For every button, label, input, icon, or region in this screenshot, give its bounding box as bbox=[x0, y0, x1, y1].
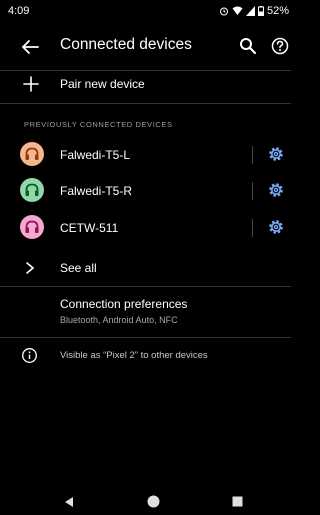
headphones-icon bbox=[25, 220, 39, 233]
nav-home-icon[interactable] bbox=[147, 495, 160, 508]
see-all-row[interactable]: See all bbox=[0, 254, 291, 282]
headphones-icon bbox=[25, 147, 39, 160]
device-row[interactable]: Falwedi-T5-L bbox=[0, 137, 291, 173]
search-icon[interactable] bbox=[238, 36, 258, 56]
connection-preferences-subtitle: Bluetooth, Android Auto, NFC bbox=[60, 315, 178, 325]
connection-preferences-row[interactable]: Connection preferences Bluetooth, Androi… bbox=[0, 293, 291, 333]
headphones-avatar bbox=[20, 142, 44, 166]
battery-icon bbox=[257, 6, 264, 16]
app-bar: Connected devices bbox=[0, 24, 291, 70]
headphones-icon bbox=[25, 183, 39, 196]
headphones-avatar bbox=[20, 215, 44, 239]
chevron-right-icon bbox=[26, 262, 35, 274]
navigation-bar bbox=[0, 490, 291, 515]
status-time: 4:09 bbox=[8, 5, 30, 17]
pair-new-device-label: Pair new device bbox=[60, 77, 145, 91]
plus-icon bbox=[23, 76, 39, 92]
vertical-divider bbox=[252, 146, 253, 164]
page-title: Connected devices bbox=[60, 36, 192, 53]
device-row[interactable]: Falwedi-T5-R bbox=[0, 173, 291, 209]
device-name: Falwedi-T5-R bbox=[60, 184, 133, 198]
connection-preferences-title: Connection preferences bbox=[60, 297, 188, 311]
signal-icon bbox=[245, 6, 255, 16]
status-icons: 52% bbox=[219, 5, 289, 17]
status-bar: 4:09 52% bbox=[0, 0, 291, 24]
divider bbox=[0, 103, 291, 104]
gear-icon[interactable] bbox=[267, 145, 285, 163]
alarm-icon bbox=[219, 7, 228, 16]
info-icon bbox=[22, 348, 37, 363]
battery-percent: 52% bbox=[266, 5, 289, 17]
wifi-icon bbox=[232, 6, 243, 15]
gear-icon[interactable] bbox=[267, 218, 285, 236]
pair-new-device-row[interactable]: Pair new device bbox=[0, 70, 291, 100]
help-icon[interactable] bbox=[270, 36, 290, 56]
vertical-divider bbox=[252, 182, 253, 200]
vertical-divider bbox=[252, 219, 253, 237]
visibility-info-row: Visible as “Pixel 2” to other devices bbox=[0, 343, 291, 369]
nav-back-icon[interactable] bbox=[63, 496, 75, 508]
see-all-label: See all bbox=[60, 261, 97, 275]
divider bbox=[0, 337, 291, 338]
device-name: Falwedi-T5-L bbox=[60, 148, 131, 162]
visibility-info-text: Visible as “Pixel 2” to other devices bbox=[60, 350, 208, 361]
device-row[interactable]: CETW-511 bbox=[0, 210, 291, 246]
gear-icon[interactable] bbox=[267, 181, 285, 199]
arrow-back-icon[interactable] bbox=[18, 35, 42, 59]
divider bbox=[0, 286, 291, 287]
headphones-avatar bbox=[20, 178, 44, 202]
nav-recents-icon[interactable] bbox=[232, 496, 243, 507]
device-name: CETW-511 bbox=[60, 221, 119, 235]
section-header: PREVIOUSLY CONNECTED DEVICES bbox=[24, 120, 173, 129]
